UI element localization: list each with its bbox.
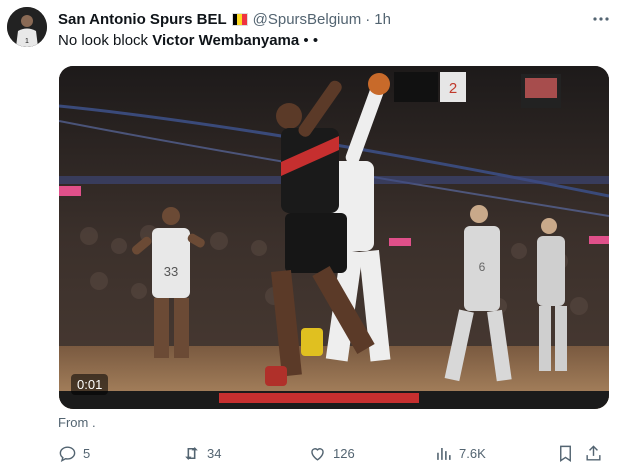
more-icon[interactable] xyxy=(592,9,610,27)
timestamp[interactable]: 1h xyxy=(374,11,391,28)
video-timecode: 0:01 xyxy=(71,374,109,395)
like-count: 126 xyxy=(333,446,355,461)
belgium-flag-icon xyxy=(231,12,248,26)
bookmark-button[interactable] xyxy=(556,444,575,463)
reply-icon xyxy=(59,446,76,463)
author-name[interactable]: San Antonio Spurs BEL xyxy=(58,11,227,28)
source-label[interactable]: From . xyxy=(58,415,96,430)
like-button[interactable]: 126 xyxy=(308,444,355,463)
views-button[interactable]: 7.6K xyxy=(434,444,486,463)
svg-text:33: 33 xyxy=(164,264,178,279)
action-bar: 5 34 126 7.6K xyxy=(58,444,612,468)
views-icon xyxy=(437,447,451,460)
reply-button[interactable]: 5 xyxy=(58,444,90,463)
tweet-text-mention[interactable]: Victor Wembanyama xyxy=(152,32,299,49)
repost-count: 34 xyxy=(207,446,222,461)
like-icon xyxy=(311,448,324,461)
reply-count: 5 xyxy=(83,446,91,461)
tweet-text-suffix: • • xyxy=(299,32,319,49)
tweet-header: San Antonio Spurs BEL @SpursBelgium · 1h xyxy=(58,9,600,29)
avatar[interactable]: 1 xyxy=(7,7,47,47)
bookmark-icon xyxy=(560,445,571,462)
share-icon xyxy=(586,445,601,461)
share-button[interactable] xyxy=(584,444,603,463)
tweet-text: No look block Victor Wembanyama • • xyxy=(58,32,318,49)
views-count: 7.6K xyxy=(459,446,486,461)
repost-button[interactable]: 34 xyxy=(182,444,221,463)
tweet-text-prefix: No look block xyxy=(58,32,153,49)
repost-icon xyxy=(185,447,198,460)
svg-text:1: 1 xyxy=(25,38,29,45)
video-frame: 2 33 6 xyxy=(59,66,609,409)
video-player[interactable]: 2 33 6 0:01 xyxy=(59,66,609,409)
scoreboard-number: 2 xyxy=(449,80,457,97)
svg-text:6: 6 xyxy=(479,260,486,274)
separator: · xyxy=(365,10,371,28)
author-handle[interactable]: @SpursBelgium xyxy=(253,11,362,28)
